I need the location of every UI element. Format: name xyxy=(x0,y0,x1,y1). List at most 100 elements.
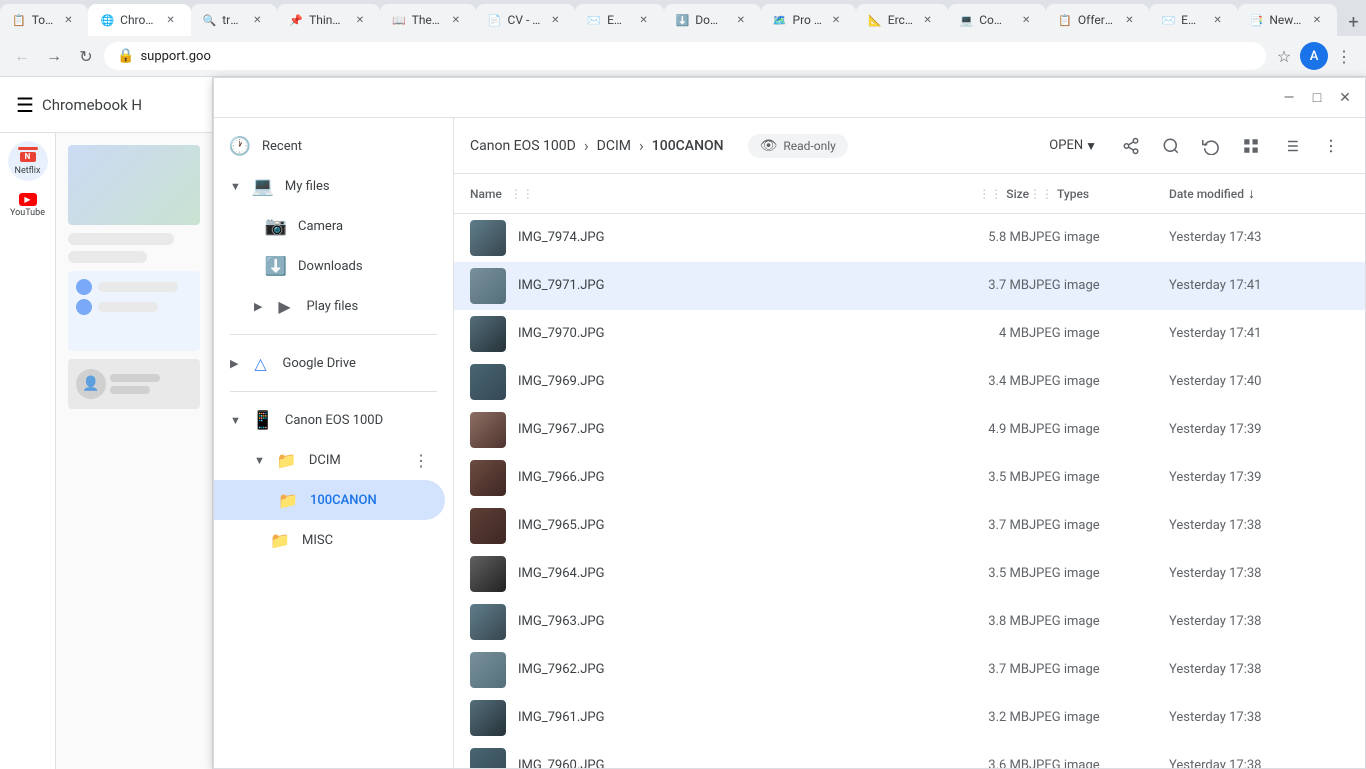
files-inner: 🕐 Recent ▼ 💻 My files 📷 Camera ⬇️ xyxy=(214,118,1365,768)
table-row[interactable]: IMG_7974.JPG 5.8 MB JPEG image Yesterday… xyxy=(454,214,1365,262)
table-row[interactable]: IMG_7969.JPG 3.4 MB JPEG image Yesterday… xyxy=(454,358,1365,406)
share-button[interactable] xyxy=(1113,128,1149,164)
file-list: IMG_7974.JPG 5.8 MB JPEG image Yesterday… xyxy=(454,214,1365,768)
tab-close-comp[interactable]: ✕ xyxy=(1018,12,1034,28)
tab-cv[interactable]: 📄 CV - G... ✕ xyxy=(476,4,576,36)
column-types-label: Types xyxy=(1057,187,1089,201)
tab-close-down[interactable]: ✕ xyxy=(733,12,749,28)
tab-down[interactable]: ⬇️ Down... ✕ xyxy=(664,4,761,36)
more-options-button[interactable] xyxy=(1313,128,1349,164)
search-button[interactable] xyxy=(1153,128,1189,164)
new-tab-button[interactable]: + xyxy=(1341,8,1366,36)
tab-pro[interactable]: 🗺️ Pro p... ✕ xyxy=(761,4,856,36)
refresh-icon xyxy=(1202,137,1220,155)
table-row[interactable]: IMG_7967.JPG 4.9 MB JPEG image Yesterday… xyxy=(454,406,1365,454)
sort-button[interactable] xyxy=(1273,128,1309,164)
table-row[interactable]: IMG_7960.JPG 3.6 MB JPEG image Yesterday… xyxy=(454,742,1365,768)
file-thumbnail xyxy=(470,220,506,256)
column-name[interactable]: Name ⋮⋮ xyxy=(470,187,897,201)
table-row[interactable]: IMG_7963.JPG 3.8 MB JPEG image Yesterday… xyxy=(454,598,1365,646)
table-row[interactable]: IMG_7961.JPG 3.2 MB JPEG image Yesterday… xyxy=(454,694,1365,742)
file-type: JPEG image xyxy=(1029,470,1169,485)
nav-icon-youtube[interactable]: ▶ YouTube xyxy=(8,185,48,225)
settings-button[interactable]: ⋮ xyxy=(1330,42,1358,70)
tab-close-chromebook[interactable]: ✕ xyxy=(163,12,179,28)
sidebar-divider-1 xyxy=(230,334,437,335)
table-row[interactable]: IMG_7964.JPG 3.5 MB JPEG image Yesterday… xyxy=(454,550,1365,598)
breadcrumb-canon[interactable]: Canon EOS 100D xyxy=(470,138,576,154)
playfiles-expand-icon: ▶ xyxy=(254,300,262,313)
reload-button[interactable]: ↻ xyxy=(72,42,100,70)
column-date[interactable]: Date modified ↓ xyxy=(1169,185,1349,202)
tab-newt[interactable]: 📑 New T... ✕ xyxy=(1238,4,1337,36)
sidebar-item-googledrive[interactable]: ▶ △ Google Drive xyxy=(214,343,445,383)
file-date: Yesterday 17:38 xyxy=(1169,518,1349,533)
table-row[interactable]: IMG_7966.JPG 3.5 MB JPEG image Yesterday… xyxy=(454,454,1365,502)
sidebar-item-camera[interactable]: 📷 Camera xyxy=(214,206,445,246)
tab-close-pro[interactable]: ✕ xyxy=(828,12,844,28)
avatar[interactable]: A xyxy=(1300,42,1328,70)
breadcrumb-dcim[interactable]: DCIM xyxy=(597,138,631,154)
tab-comp[interactable]: 💻 Comp... ✕ xyxy=(948,4,1047,36)
downloads-icon: ⬇️ xyxy=(266,256,286,276)
tab-email1[interactable]: ✉️ Email ✕ xyxy=(575,4,663,36)
tab-close-thep[interactable]: ✕ xyxy=(448,12,464,28)
sidebar-item-dcim-label: DCIM xyxy=(309,453,401,468)
refresh-button[interactable] xyxy=(1193,128,1229,164)
sidebar-item-recent[interactable]: 🕐 Recent xyxy=(214,126,445,166)
bookmark-button[interactable]: ☆ xyxy=(1270,42,1298,70)
sidebar-item-canon[interactable]: ▼ 📱 Canon EOS 100D xyxy=(214,400,445,440)
column-types[interactable]: ⋮⋮ Types xyxy=(1029,187,1169,201)
file-type: JPEG image xyxy=(1029,614,1169,629)
sidebar-item-playfiles[interactable]: ▶ ▶ Play files xyxy=(214,286,445,326)
tab-close-newt[interactable]: ✕ xyxy=(1309,12,1325,28)
back-button[interactable]: ← xyxy=(8,42,36,70)
tab-close-erco[interactable]: ✕ xyxy=(920,12,936,28)
file-type: JPEG image xyxy=(1029,422,1169,437)
table-row[interactable]: IMG_7970.JPG 4 MB JPEG image Yesterday 1… xyxy=(454,310,1365,358)
table-row[interactable]: IMG_7971.JPG 3.7 MB JPEG image Yesterday… xyxy=(454,262,1365,310)
tab-erco[interactable]: 📐 Erco... ✕ xyxy=(856,4,947,36)
sidebar-item-downloads[interactable]: ⬇️ Downloads xyxy=(214,246,445,286)
tab-close-offer[interactable]: ✕ xyxy=(1121,12,1137,28)
dcim-more-icon[interactable]: ⋮ xyxy=(413,451,429,470)
tab-todo[interactable]: 📋 To do ✕ xyxy=(0,4,88,36)
nav-icon-netflix[interactable]: N Netflix xyxy=(8,141,48,181)
open-button[interactable]: OPEN ▼ xyxy=(1037,128,1109,164)
tab-close-todo[interactable]: ✕ xyxy=(60,12,76,28)
sidebar-item-100canon[interactable]: 📁 100CANON xyxy=(214,480,445,520)
close-button[interactable]: ✕ xyxy=(1333,86,1357,110)
column-types-drag: ⋮⋮ xyxy=(1029,187,1053,201)
tab-close-things[interactable]: ✕ xyxy=(352,12,368,28)
breadcrumb-100canon[interactable]: 100CANON xyxy=(652,138,724,154)
table-row[interactable]: IMG_7962.JPG 3.7 MB JPEG image Yesterday… xyxy=(454,646,1365,694)
tab-close-email1[interactable]: ✕ xyxy=(636,12,652,28)
tab-chromebook[interactable]: 🌐 Chrom... ✕ xyxy=(88,4,190,36)
sidebar-item-dcim[interactable]: ▼ 📁 DCIM ⋮ xyxy=(214,440,445,480)
minimize-button[interactable]: — xyxy=(1277,86,1301,110)
search-icon xyxy=(1162,137,1180,155)
tab-try[interactable]: 🔍 try/... ✕ xyxy=(191,4,278,36)
browser-page: ☰ Chromebook H N Netflix ▶ xyxy=(0,77,213,769)
tab-close-email2[interactable]: ✕ xyxy=(1210,12,1226,28)
tab-thep[interactable]: 📖 The P... ✕ xyxy=(380,4,476,36)
tab-things[interactable]: 📌 Things... ✕ xyxy=(277,4,380,36)
tab-close-cv[interactable]: ✕ xyxy=(547,12,563,28)
tab-offer[interactable]: 📋 Offer S... ✕ xyxy=(1046,4,1149,36)
maximize-button[interactable]: □ xyxy=(1305,86,1329,110)
tab-close-try[interactable]: ✕ xyxy=(249,12,265,28)
files-titlebar: — □ ✕ xyxy=(214,78,1365,118)
sidebar-item-misc[interactable]: 📁 MISC xyxy=(214,520,445,560)
file-type: JPEG image xyxy=(1029,278,1169,293)
sidebar-item-myfiles[interactable]: ▼ 💻 My files xyxy=(214,166,445,206)
table-row[interactable]: IMG_7965.JPG 3.7 MB JPEG image Yesterday… xyxy=(454,502,1365,550)
forward-button[interactable]: → xyxy=(40,42,68,70)
tab-email2[interactable]: ✉️ Email ✕ xyxy=(1149,4,1237,36)
breadcrumb-actions: OPEN ▼ xyxy=(1037,128,1349,164)
file-size: 3.6 MB xyxy=(929,758,1029,768)
dcim-expand-icon: ▼ xyxy=(254,454,265,467)
grid-view-button[interactable] xyxy=(1233,128,1269,164)
column-size[interactable]: ⋮⋮ Size xyxy=(929,187,1029,201)
address-bar[interactable]: 🔒 support.goo xyxy=(104,42,1266,70)
hamburger-icon[interactable]: ☰ xyxy=(16,93,34,117)
